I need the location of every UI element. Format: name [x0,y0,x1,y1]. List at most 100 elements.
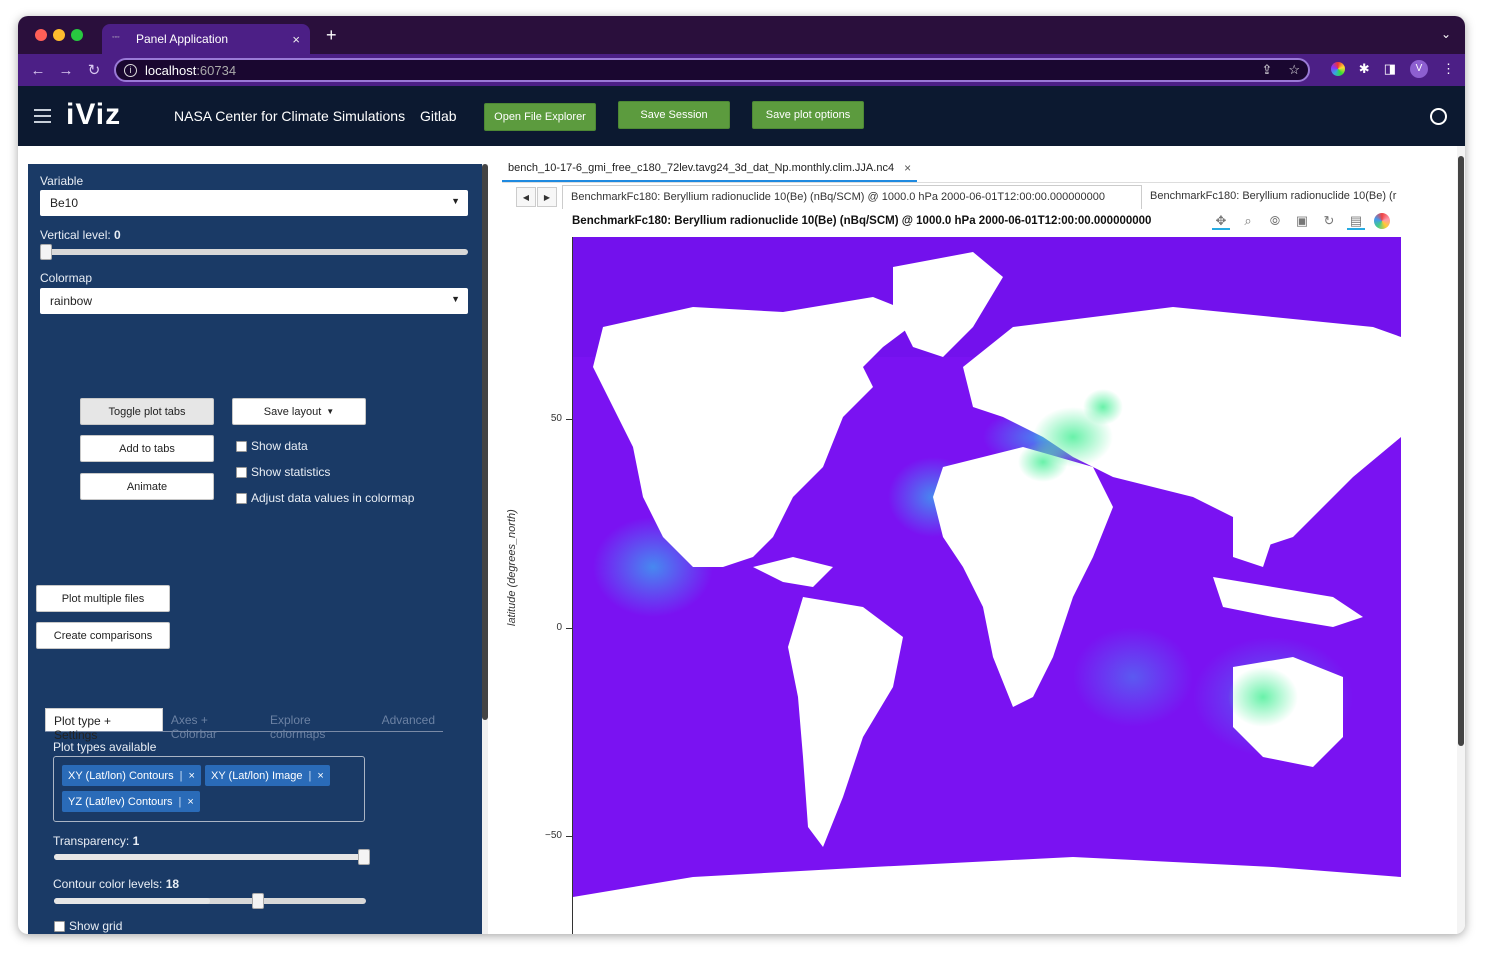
plot-tab-2[interactable]: BenchmarkFc180: Beryllium radionuclide 1… [1142,185,1408,209]
plot-types-label: Plot types available [53,740,157,754]
nccs-link[interactable]: NASA Center for Climate Simulations [174,108,405,124]
checkbox-box[interactable] [236,466,247,478]
plot-tab-1[interactable]: BenchmarkFc180: Beryllium radionuclide 1… [562,185,1142,209]
world-map-image[interactable] [573,237,1401,934]
save-session-button[interactable]: Save Session [618,101,730,129]
contour-levels-slider[interactable] [54,893,366,909]
contour-levels-value: 18 [165,877,180,891]
map-plot-canvas[interactable] [572,237,1401,934]
hover-tool-icon[interactable]: ▤ [1347,212,1365,230]
browser-window: ◦◦◦ Panel Application × + ⌄ ← → ↻ i loca… [18,16,1465,934]
reload-icon[interactable]: ↻ [80,61,108,79]
chip-separator: | [179,769,183,782]
remove-chip-icon[interactable]: × [317,770,323,782]
checkbox-box[interactable] [54,920,65,932]
plot-toolbar: ✥ ⌕ ⦾ ▣ ↻ ▤ [1212,212,1390,230]
toggle-plot-tabs-button[interactable]: Toggle plot tabs [80,398,214,425]
open-file-explorer-button[interactable]: Open File Explorer [484,103,596,131]
contour-levels-slider-handle[interactable] [252,893,264,909]
main-scrollbar-thumb[interactable] [1458,156,1464,746]
color-extension-icon[interactable] [1330,62,1345,76]
bokeh-logo-icon[interactable] [1374,213,1390,229]
scroll-tabs-left-icon[interactable]: ◀ [516,187,536,207]
save-tool-icon[interactable]: ▣ [1293,212,1311,230]
gitlab-link[interactable]: Gitlab [420,108,457,124]
colormap-select-value: rainbow [50,294,93,308]
adjust-data-label: Adjust data values in colormap [251,491,415,505]
box-zoom-tool-icon[interactable]: ⌕ [1239,212,1257,230]
chevron-down-icon: ▼ [326,407,335,416]
main-scrollbar[interactable] [1457,146,1465,934]
save-plot-options-button[interactable]: Save plot options [752,101,864,129]
tab-search-chevron-icon[interactable]: ⌄ [1441,27,1451,41]
tab-plot-type-settings[interactable]: Plot type + Settings [45,708,163,742]
save-layout-button[interactable]: Save layout ▼ [232,398,366,425]
vertical-level-slider[interactable] [40,244,468,260]
tab-advanced[interactable]: Advanced [374,708,443,731]
browser-tab-title: Panel Application [136,32,229,46]
window-close-button[interactable] [35,29,47,41]
sidebar-scrollbar[interactable] [482,164,488,934]
checkbox-box[interactable] [236,440,247,452]
favicon-icon: ◦◦◦ [112,34,120,41]
show-statistics-checkbox[interactable]: Show statistics [236,465,330,479]
show-data-checkbox[interactable]: Show data [236,439,308,453]
tab-axes-colorbar[interactable]: Axes + Colorbar [163,708,262,741]
plot-type-chip-label: XY (Lat/lon) Contours [68,769,174,782]
variable-label: Variable [40,174,84,188]
remove-chip-icon[interactable]: × [188,770,194,782]
site-info-icon[interactable]: i [124,63,137,77]
back-arrow-icon[interactable]: ← [24,62,52,79]
plot-multiple-files-button[interactable]: Plot multiple files [36,585,170,612]
address-bar[interactable]: i localhost:60734 ⇪ ☆ [114,58,1310,82]
variable-select-value: Be10 [50,196,79,210]
window-zoom-button[interactable] [71,29,83,41]
file-tab[interactable]: bench_10-17-6_gmi_free_c180_72lev.tavg24… [502,156,918,182]
wheel-zoom-tool-icon[interactable]: ⦾ [1266,212,1284,230]
y-axis-label: latitude (degrees_north) [506,509,518,626]
browser-menu-icon[interactable]: ⋮ [1442,61,1455,77]
tab-explore-colormaps[interactable]: Explore colormaps [262,708,374,741]
colormap-select[interactable]: rainbow ▼ [40,288,468,314]
plot-type-chip: XY (Lat/lon) Image | × [205,765,330,786]
browser-tab[interactable]: ◦◦◦ Panel Application × [102,24,310,54]
plot-types-multichoice[interactable]: XY (Lat/lon) Contours | × XY (Lat/lon) Ima… [53,756,365,822]
hamburger-menu-icon[interactable] [34,109,51,123]
save-layout-label: Save layout [263,405,322,418]
adjust-data-checkbox[interactable]: Adjust data values in colormap [236,491,414,505]
show-data-label: Show data [251,439,308,453]
profile-avatar[interactable]: V [1410,60,1428,78]
side-panel-icon[interactable]: ◨ [1384,61,1396,77]
variable-select[interactable]: Be10 ▼ [40,190,468,216]
forward-arrow-icon[interactable]: → [52,62,80,79]
window-minimize-button[interactable] [53,29,65,41]
dropdown-caret-icon: ▼ [451,196,460,206]
chip-separator: | [308,769,312,782]
url-port: :60734 [196,62,237,78]
extensions-puzzle-icon[interactable]: ✱ [1359,61,1370,77]
busy-indicator-icon [1430,108,1447,125]
remove-chip-icon[interactable]: × [187,796,193,808]
animate-button[interactable]: Animate [80,473,214,500]
transparency-slider-handle[interactable] [358,849,370,865]
close-file-tab-icon[interactable]: × [904,161,911,175]
sidebar-panel: Variable Be10 ▼ Vertical level: 0 Colorm… [28,164,482,934]
new-tab-button[interactable]: + [326,25,337,46]
transparency-value: 1 [132,834,140,848]
share-icon[interactable]: ⇪ [1261,62,1272,78]
add-to-tabs-button[interactable]: Add to tabs [80,435,214,462]
reset-tool-icon[interactable]: ↻ [1320,212,1338,230]
create-comparisons-button[interactable]: Create comparisons [36,622,170,649]
pan-tool-icon[interactable]: ✥ [1212,212,1230,230]
bookmark-star-icon[interactable]: ☆ [1288,62,1300,78]
checkbox-box[interactable] [236,492,247,504]
close-tab-icon[interactable]: × [292,32,300,47]
scroll-tabs-right-icon[interactable]: ▶ [537,187,557,207]
url-host: localhost [145,62,197,78]
y-tick-label: −50 [545,830,562,841]
transparency-slider[interactable] [54,849,370,865]
browser-toolbar: ← → ↻ i localhost:60734 ⇪ ☆ ✱ ◨ V ⋮ [18,54,1465,86]
sidebar-scrollbar-thumb[interactable] [482,164,488,720]
vertical-level-slider-handle[interactable] [40,244,52,260]
show-grid-checkbox[interactable]: Show grid [54,919,122,933]
